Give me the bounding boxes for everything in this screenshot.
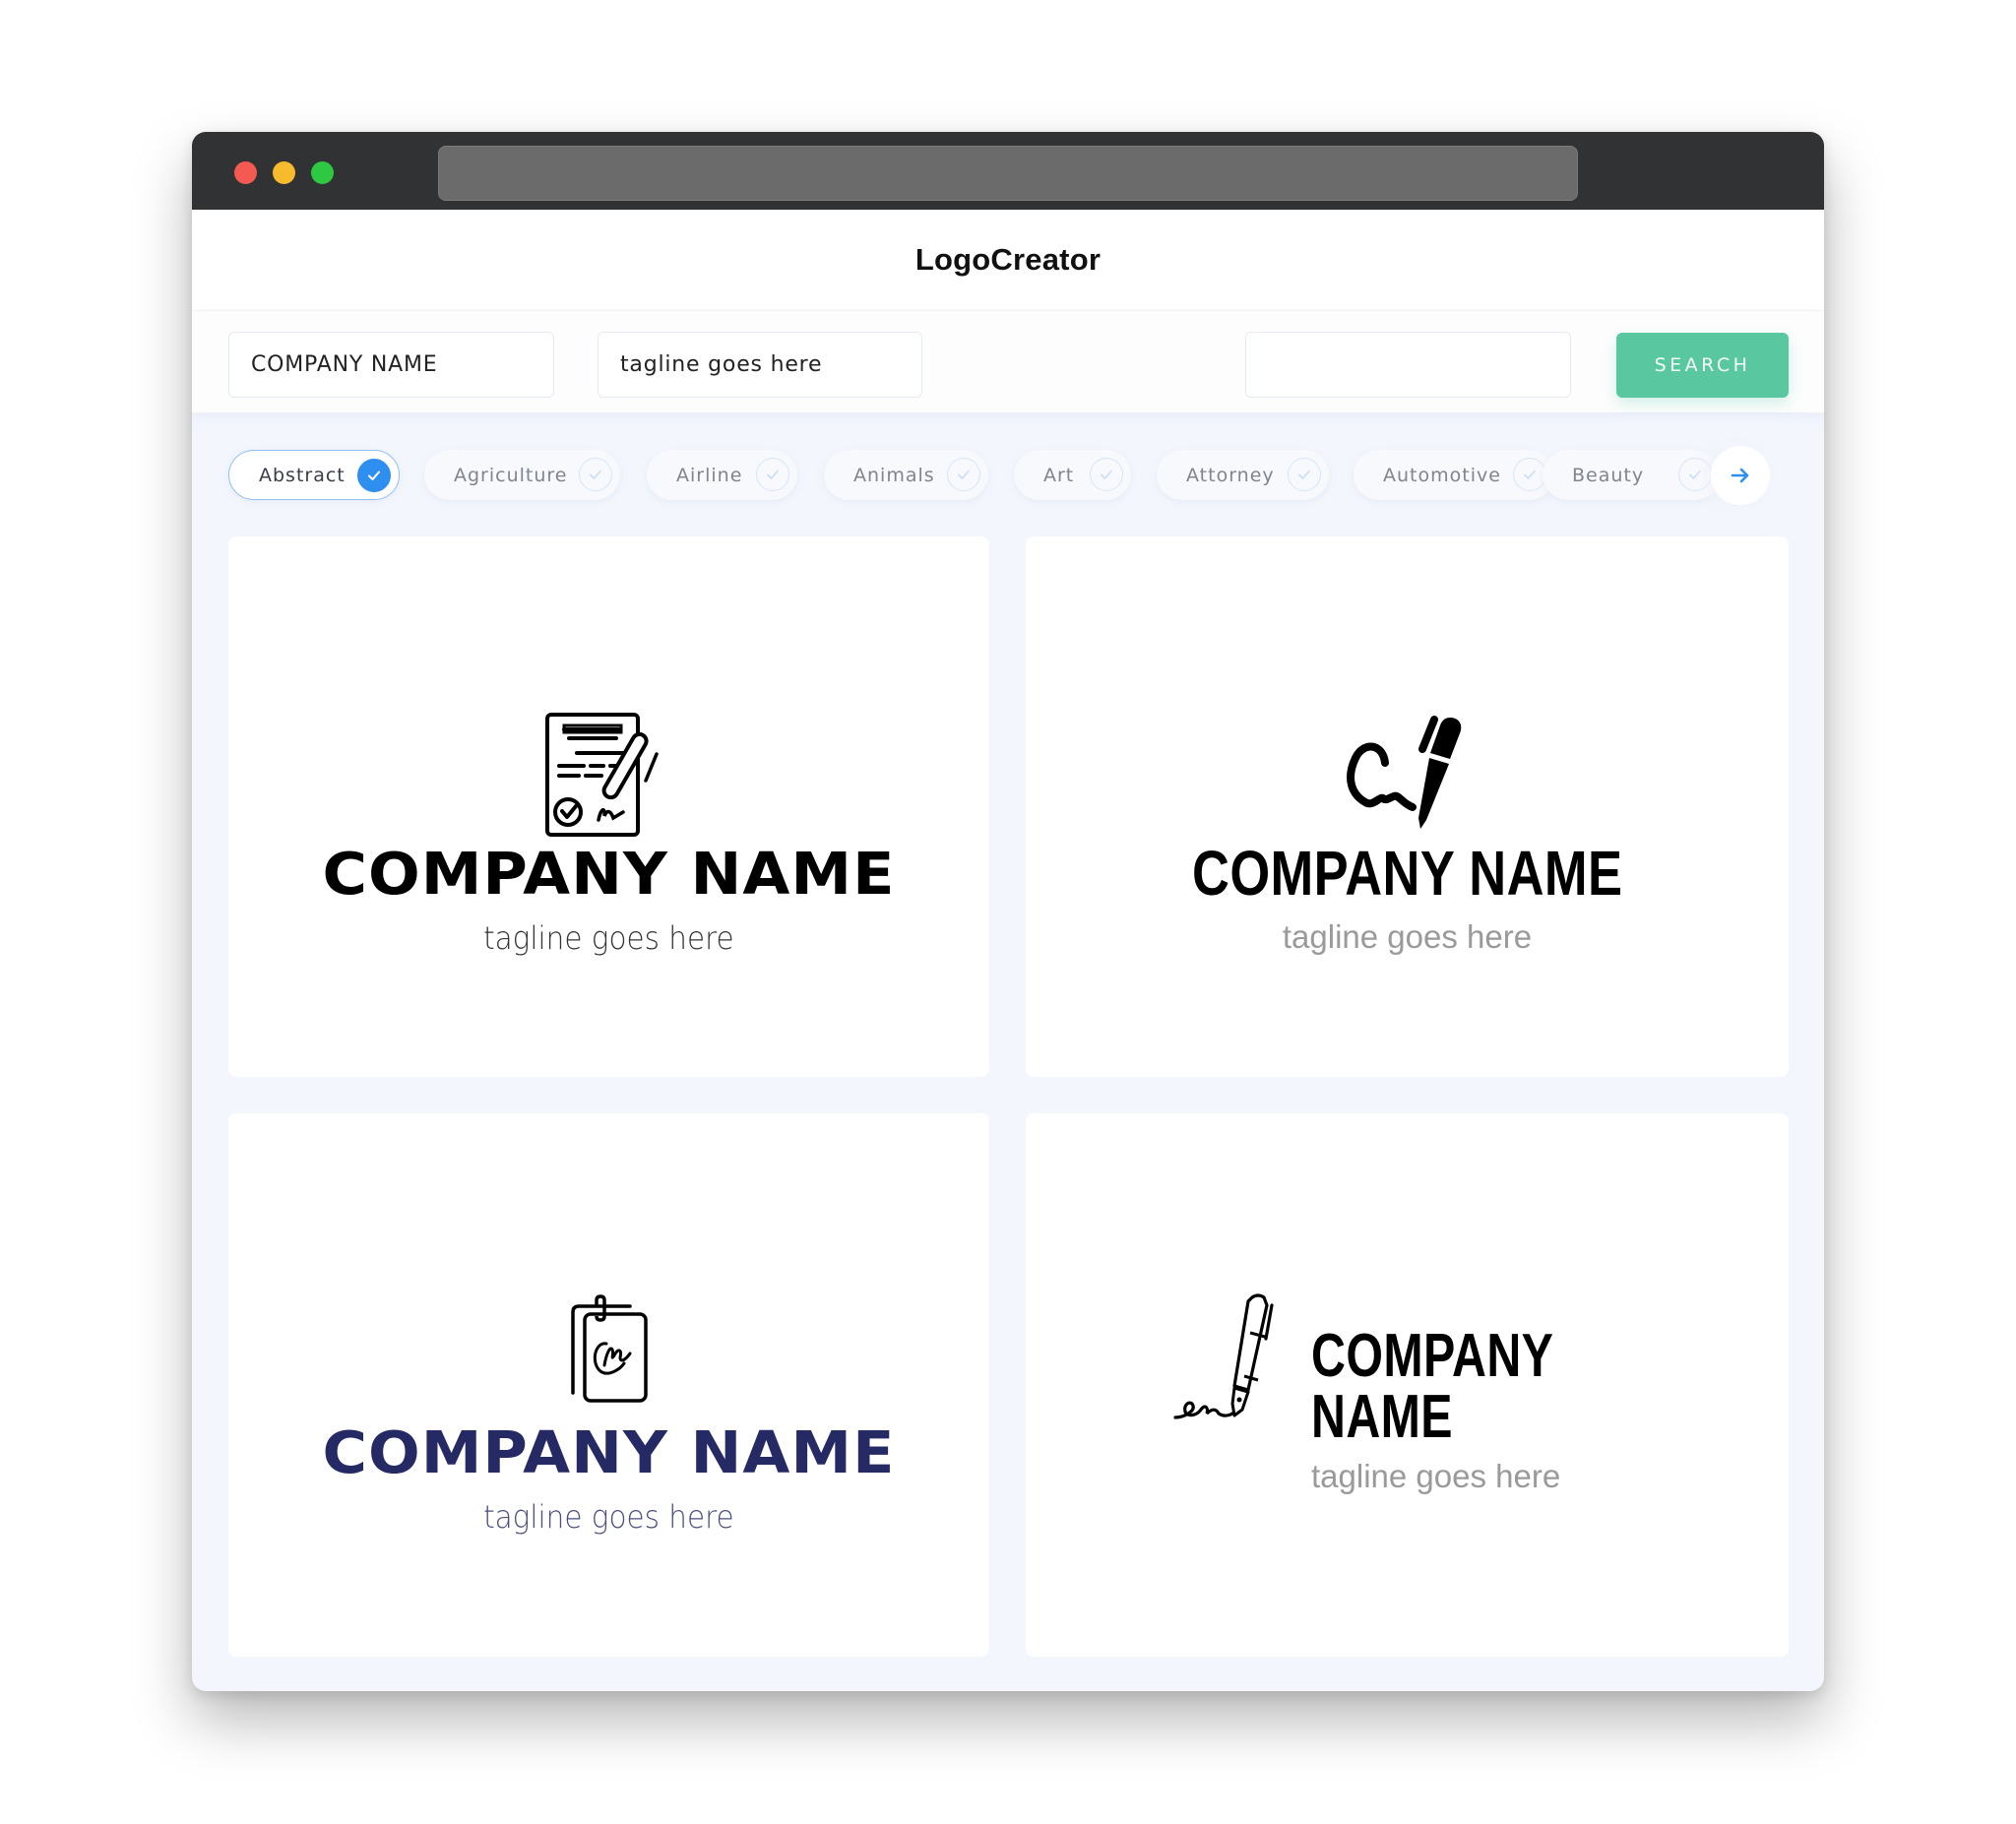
arrow-right-icon: [1731, 468, 1749, 483]
company-name-input[interactable]: COMPANY NAME: [228, 332, 554, 398]
app-title: LogoCreator: [914, 242, 1102, 277]
category-filter-bar: Abstract Agriculture Airline Animals Art…: [192, 412, 1824, 521]
category-chip-attorney[interactable]: Attorney: [1157, 450, 1329, 500]
minimize-window-button[interactable]: [273, 161, 295, 184]
title-bar: [192, 132, 1824, 210]
logo-search-toolbar: COMPANY NAME tagline goes here SEARCH: [192, 310, 1824, 412]
tagline-input[interactable]: tagline goes here: [598, 332, 922, 398]
category-label: Agriculture: [454, 464, 568, 486]
category-label: Art: [1043, 464, 1075, 486]
category-label: Beauty: [1572, 464, 1645, 486]
tagline-value: tagline goes here: [620, 352, 823, 377]
category-chip-agriculture[interactable]: Agriculture: [424, 450, 620, 500]
signature-pen-icon: [1346, 716, 1461, 829]
category-label: Abstract: [259, 464, 346, 486]
category-label: Attorney: [1186, 464, 1275, 486]
category-chip-abstract[interactable]: Abstract: [228, 450, 400, 500]
logo-tagline: tagline goes here: [1311, 1458, 1561, 1494]
category-chip-automotive[interactable]: Automotive: [1354, 450, 1554, 500]
category-label: Airline: [676, 464, 743, 486]
check-icon: [1288, 458, 1321, 491]
logo-company-name: COMPANY NAME: [322, 839, 896, 909]
category-label: Animals: [853, 464, 935, 486]
category-chip-beauty[interactable]: Beauty: [1543, 450, 1720, 500]
logo-card[interactable]: COMPANY NAME tagline goes here: [1026, 536, 1789, 1077]
logo-tagline: tagline goes here: [1282, 918, 1533, 955]
logo-card[interactable]: COMPANY NAME tagline goes here: [1026, 1113, 1789, 1657]
category-chip-airline[interactable]: Airline: [647, 450, 797, 500]
maximize-window-button[interactable]: [311, 161, 334, 184]
check-icon: [756, 458, 789, 491]
check-icon: [357, 459, 391, 492]
close-window-button[interactable]: [234, 161, 257, 184]
address-bar[interactable]: [438, 146, 1578, 201]
search-button[interactable]: SEARCH: [1616, 333, 1789, 398]
logo-card[interactable]: COMPANY NAME tagline goes here: [228, 1113, 989, 1657]
logo-tagline: tagline goes here: [483, 1498, 734, 1536]
check-icon: [947, 458, 980, 491]
category-chip-art[interactable]: Art: [1014, 450, 1131, 500]
keyword-search-input[interactable]: [1245, 332, 1571, 398]
signed-document-pen-icon: [544, 713, 659, 837]
next-categories-button[interactable]: [1711, 446, 1770, 505]
logo-company-name: COMPANY NAME: [322, 1417, 896, 1487]
logo-company-name: COMPANY NAME: [1191, 838, 1623, 909]
check-icon: [1090, 458, 1123, 491]
logo-tagline: tagline goes here: [483, 919, 734, 957]
logo-company-name: COMPANY NAME: [1311, 1322, 1553, 1451]
browser-window: LogoCreator COMPANY NAME tagline goes he…: [192, 132, 1824, 1691]
check-icon: [579, 458, 612, 491]
fountain-pen-signature-icon: [1173, 1293, 1274, 1419]
logo-card[interactable]: COMPANY NAME tagline goes here: [228, 536, 989, 1077]
category-label: Automotive: [1383, 464, 1501, 486]
clipboard-signature-icon: [570, 1294, 648, 1403]
check-icon: [1678, 458, 1712, 491]
app-header: LogoCreator: [192, 210, 1824, 310]
check-icon: [1513, 458, 1546, 491]
company-name-value: COMPANY NAME: [251, 352, 438, 377]
category-chip-animals[interactable]: Animals: [824, 450, 988, 500]
